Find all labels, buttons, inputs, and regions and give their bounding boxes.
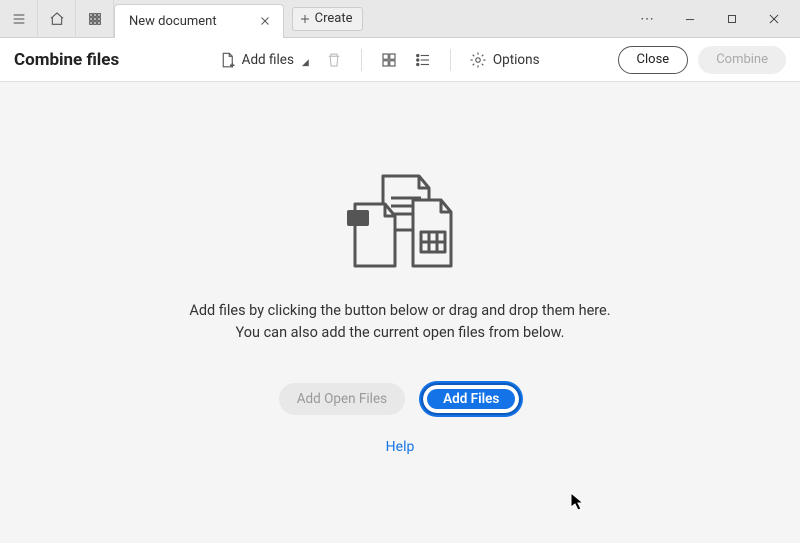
apps-button[interactable]: [76, 0, 114, 38]
plus-icon: [299, 13, 311, 25]
home-icon: [49, 11, 65, 27]
add-files-button-label: Add Files: [443, 391, 499, 407]
help-link[interactable]: Help: [386, 439, 415, 455]
close-window-button[interactable]: [754, 0, 794, 38]
hamburger-icon: [11, 11, 27, 27]
home-button[interactable]: [38, 0, 76, 38]
close-button-label: Close: [637, 52, 670, 67]
page-title: Combine files: [14, 50, 119, 70]
options-tool[interactable]: Options: [461, 45, 548, 75]
create-button[interactable]: Create: [292, 7, 364, 31]
grid-view-tool[interactable]: [372, 45, 406, 75]
add-files-button[interactable]: Add Files: [421, 383, 521, 415]
titlebar-left: New document Create: [0, 0, 363, 37]
grid-view-icon: [380, 51, 398, 69]
ellipsis-icon: ⋯: [640, 11, 656, 27]
menu-button[interactable]: [0, 0, 38, 38]
list-view-icon: [414, 51, 432, 69]
minimize-icon: [683, 12, 697, 26]
add-open-files-button: Add Open Files: [279, 383, 405, 415]
options-label: Options: [493, 52, 540, 68]
instruction-line1: Add files by clicking the button below o…: [189, 300, 610, 322]
titlebar: New document Create ⋯: [0, 0, 800, 38]
files-illustration: [335, 170, 465, 284]
toolbar: Combine files Add files ◢ Options Close …: [0, 38, 800, 82]
combine-button-label: Combine: [716, 52, 768, 67]
cursor-icon: [570, 492, 586, 512]
maximize-icon: [725, 12, 739, 26]
add-open-files-label: Add Open Files: [297, 391, 387, 407]
dropdown-caret-icon: ◢: [302, 58, 309, 68]
add-files-tool-label: Add files: [242, 52, 294, 68]
tab-close-button[interactable]: [257, 13, 273, 29]
add-file-icon: [218, 51, 236, 69]
add-files-tool[interactable]: Add files ◢: [210, 45, 317, 75]
combine-button: Combine: [698, 46, 786, 74]
window-controls: ⋯: [628, 0, 800, 37]
main-canvas[interactable]: Add files by clicking the button below o…: [0, 82, 800, 543]
gear-icon: [469, 51, 487, 69]
help-label: Help: [386, 439, 415, 455]
trash-icon: [325, 51, 343, 69]
instruction-line2: You can also add the current open files …: [189, 322, 610, 344]
minimize-button[interactable]: [670, 0, 710, 38]
close-icon: [767, 12, 781, 26]
list-view-tool[interactable]: [406, 45, 440, 75]
create-label: Create: [315, 11, 353, 26]
more-button[interactable]: ⋯: [628, 0, 668, 38]
tab-label: New document: [129, 14, 217, 29]
grid-icon: [87, 11, 103, 27]
close-button[interactable]: Close: [618, 46, 689, 74]
maximize-button[interactable]: [712, 0, 752, 38]
document-tab[interactable]: New document: [114, 4, 284, 38]
action-buttons: Add Open Files Add Files: [279, 383, 522, 415]
delete-tool: [317, 45, 351, 75]
close-icon: [259, 15, 271, 27]
instruction-text: Add files by clicking the button below o…: [189, 300, 610, 344]
